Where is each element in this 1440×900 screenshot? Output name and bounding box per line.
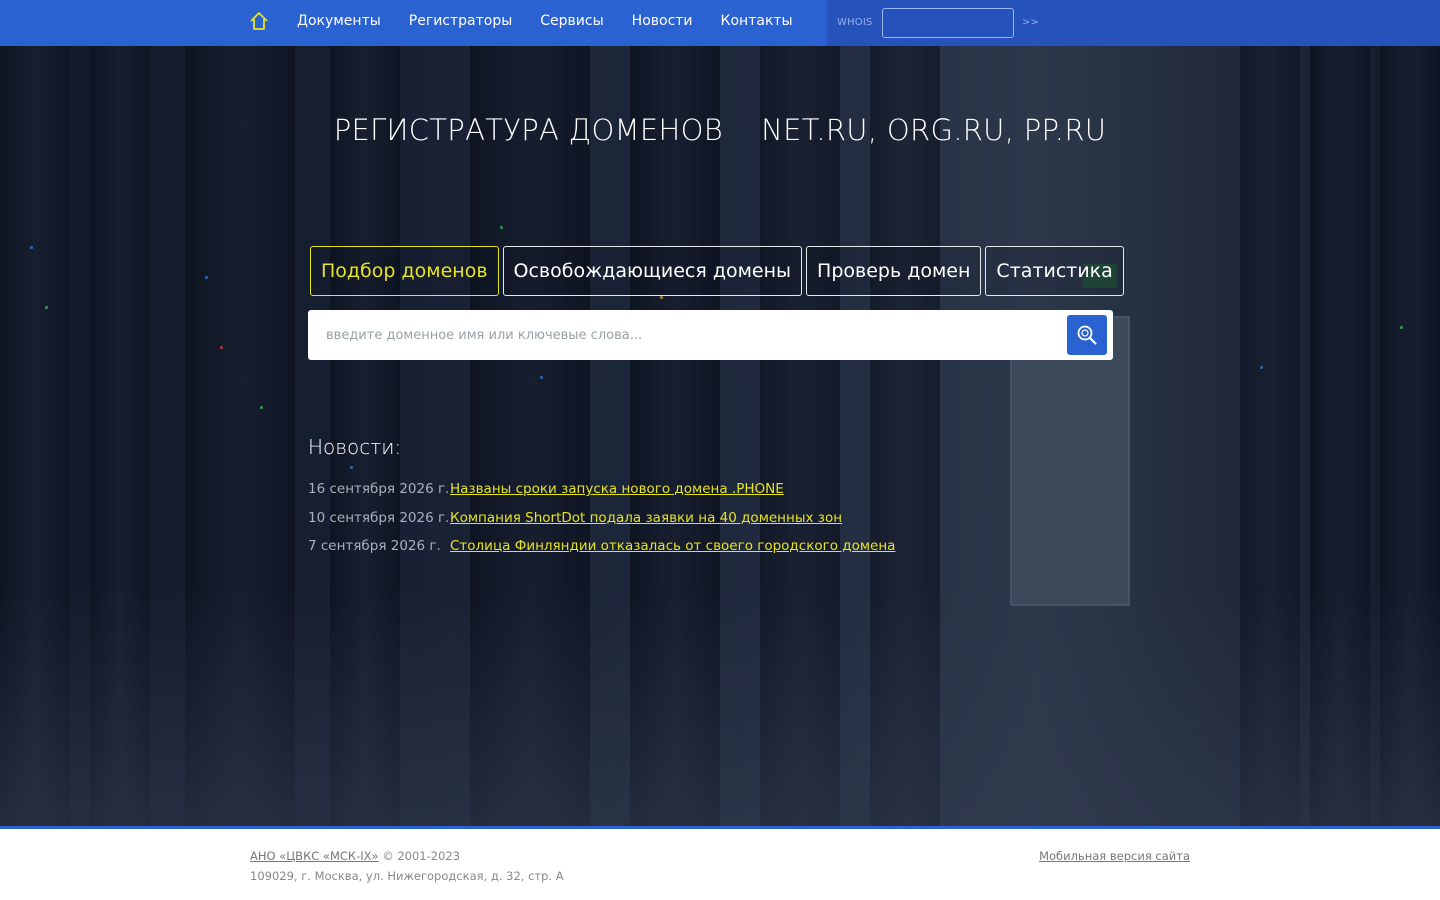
tab-domain-selection[interactable]: Подбор доменов [310, 246, 499, 296]
whois-submit-button[interactable]: >> [1022, 17, 1039, 28]
news-link[interactable]: Названы сроки запуска нового домена .PHO… [450, 481, 784, 497]
search-mode-tabs: Подбор доменов Освобождающиеся домены Пр… [310, 246, 1124, 296]
domain-search-input[interactable] [326, 310, 1056, 360]
tab-statistics[interactable]: Статистика [985, 246, 1124, 296]
news-list: 16 сентября 2026 г. Названы сроки запуск… [308, 475, 895, 561]
footer-address: 109029, г. Москва, ул. Нижегородская, д.… [250, 869, 564, 883]
whois-input[interactable] [882, 8, 1014, 38]
nav-item-registrars[interactable]: Регистраторы [409, 13, 513, 29]
news-item: 7 сентября 2026 г. Столица Финляндии отк… [308, 532, 895, 561]
hero-section [0, 46, 1440, 826]
nav-item-documents[interactable]: Документы [297, 13, 381, 29]
news-heading: Новости: [308, 435, 402, 459]
search-button[interactable] [1067, 315, 1107, 355]
news-link[interactable]: Компания ShortDot подала заявки на 40 до… [450, 510, 842, 526]
news-date: 7 сентября 2026 г. [308, 538, 441, 555]
copyright-text: © 2001-2023 [378, 849, 461, 863]
footer-copyright-line: АНО «ЦВКС «МСК-IX» © 2001-2023 [250, 849, 460, 863]
tab-check-domain[interactable]: Проверь домен [806, 246, 982, 296]
top-navigation-bar: Документы Регистраторы Сервисы Новости К… [0, 0, 1440, 46]
home-icon[interactable] [249, 11, 269, 31]
news-item: 10 сентября 2026 г. Компания ShortDot по… [308, 504, 895, 533]
org-link[interactable]: АНО «ЦВКС «МСК-IX» [250, 849, 379, 863]
whois-label: WHOIS [837, 17, 873, 28]
domain-search-box [308, 310, 1113, 360]
main-nav: Документы Регистраторы Сервисы Новости К… [249, 0, 821, 42]
search-icon [1077, 325, 1097, 345]
news-item: 16 сентября 2026 г. Названы сроки запуск… [308, 475, 895, 504]
tab-expiring-domains[interactable]: Освобождающиеся домены [502, 246, 803, 296]
footer: АНО «ЦВКС «МСК-IX» © 2001-2023 109029, г… [0, 826, 1440, 900]
news-link[interactable]: Столица Финляндии отказалась от своего г… [450, 538, 895, 554]
nav-item-news[interactable]: Новости [632, 13, 693, 29]
nav-item-contacts[interactable]: Контакты [721, 13, 793, 29]
nav-item-services[interactable]: Сервисы [540, 13, 603, 29]
mobile-version-link[interactable]: Мобильная версия сайта [1039, 849, 1190, 863]
news-date: 10 сентября 2026 г. [308, 509, 450, 526]
news-date: 16 сентября 2026 г. [308, 481, 450, 498]
page-title: РЕГИСТРАТУРА ДОМЕНОВ NET.RU, ORG.RU, PP.… [333, 113, 1107, 147]
